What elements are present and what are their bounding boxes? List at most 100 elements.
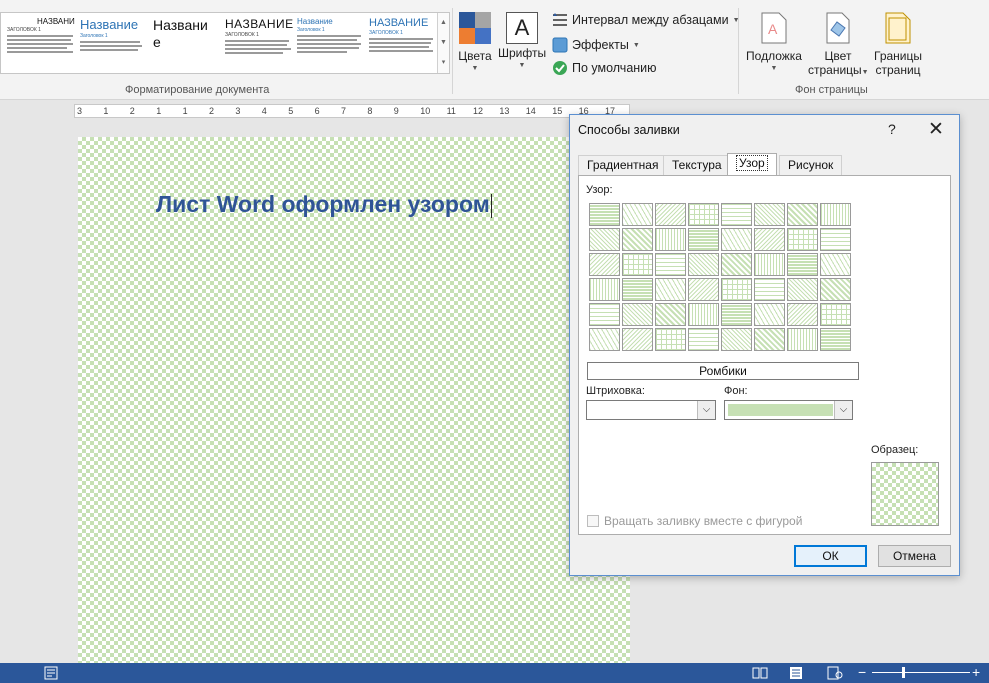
pattern-swatch[interactable] [754,303,785,326]
pattern-swatch[interactable] [721,203,752,226]
document-heading[interactable]: Лист Word оформлен узором [156,191,492,218]
rotate-fill-label: Вращать заливку вместе с фигурой [604,514,803,528]
tab-picture[interactable]: Рисунок [779,155,843,175]
page-color-label-1: Цвет [824,49,852,63]
scroll-down-icon[interactable]: ▼ [438,33,449,53]
style-tile-3[interactable]: Названи е [149,15,221,71]
pattern-swatch[interactable] [820,328,851,351]
gallery-more-icon[interactable]: ▾ [438,53,449,73]
pattern-swatch[interactable] [721,328,752,351]
pattern-swatch[interactable] [754,328,785,351]
pattern-swatch[interactable] [820,228,851,251]
pattern-swatch[interactable] [787,253,818,276]
pattern-swatch[interactable] [688,328,719,351]
horizontal-ruler[interactable]: 3 1 2 1 1 2 3 4 5 6 7 8 9 10 11 12 13 14 15 16 17 [74,104,630,118]
text-cursor [490,193,492,218]
pattern-swatch[interactable] [688,303,719,326]
watermark-button[interactable]: A Подложка ▼ [744,12,804,72]
cancel-button[interactable]: Отмена [878,545,951,567]
pattern-swatch[interactable] [622,328,653,351]
pattern-swatch[interactable] [721,303,752,326]
pattern-swatch[interactable] [754,228,785,251]
style-tile-6[interactable]: НАЗВАНИЕ ЗАГОЛОВОК 1 [365,15,437,71]
pattern-swatch[interactable] [820,278,851,301]
read-mode-icon[interactable] [752,666,768,683]
ruler-tick-label: 1 [156,106,162,116]
checkmark-icon [553,61,567,75]
page-color-button[interactable]: Цвет страницы▼ [808,12,869,77]
zoom-out-icon[interactable]: − [858,664,866,680]
pattern-swatch[interactable] [754,278,785,301]
pattern-swatch[interactable] [622,253,653,276]
ribbon: НАЗВАНИЕ ЗАГОЛОВОК 1 Название Заголовок … [0,0,989,100]
colors-button[interactable]: Цвета ▼ [456,12,494,72]
print-layout-icon[interactable] [789,666,803,683]
tab-gradient[interactable]: Градиентная [578,155,668,175]
tab-pattern[interactable]: Узор [727,153,777,176]
document-stats-icon[interactable] [44,666,58,683]
effects-button[interactable]: Эффекты ▼ [552,37,640,53]
style-tile-heading: Названи е [153,17,208,50]
zoom-in-icon[interactable]: + [972,664,980,680]
pattern-swatch[interactable] [622,228,653,251]
pattern-swatch[interactable] [655,203,686,226]
pattern-swatch[interactable] [589,278,620,301]
background-color-select[interactable]: ⌵ [724,400,853,420]
chevron-down-icon: ▼ [770,65,778,72]
pattern-swatch[interactable] [655,228,686,251]
pattern-swatch[interactable] [721,253,752,276]
pattern-swatch[interactable] [589,328,620,351]
pattern-swatch[interactable] [820,303,851,326]
ruler-tick-label: 4 [261,106,267,116]
pattern-swatch[interactable] [655,253,686,276]
pattern-swatch[interactable] [589,228,620,251]
pattern-swatch[interactable] [622,203,653,226]
pattern-swatch[interactable] [787,228,818,251]
zoom-slider-thumb[interactable] [902,667,905,678]
pattern-swatch[interactable] [655,328,686,351]
fonts-button[interactable]: A Шрифты ▼ [498,12,546,69]
pattern-swatch[interactable] [589,203,620,226]
document-page[interactable]: Лист Word оформлен узором [78,137,630,665]
pattern-swatch[interactable] [622,303,653,326]
pattern-swatch[interactable] [787,328,818,351]
pattern-swatch[interactable] [688,203,719,226]
pattern-swatch[interactable] [688,228,719,251]
tab-texture[interactable]: Текстура [663,155,731,175]
chevron-down-icon: ▼ [861,69,869,76]
page-borders-button[interactable]: Границы страниц [872,12,924,77]
gallery-scrollbar[interactable]: ▲ ▼ ▾ [437,13,449,73]
pattern-swatch[interactable] [754,253,785,276]
pattern-swatch[interactable] [820,253,851,276]
set-default-button[interactable]: По умолчанию [552,60,657,76]
pattern-swatch[interactable] [655,303,686,326]
pattern-swatch[interactable] [754,203,785,226]
scroll-up-icon[interactable]: ▲ [438,13,449,33]
pattern-swatch[interactable] [688,278,719,301]
pattern-swatch[interactable] [589,303,620,326]
ok-button[interactable]: ОК [794,545,867,567]
pattern-swatch[interactable] [787,303,818,326]
paragraph-spacing-button[interactable]: Интервал между абзацами ▼ [552,13,740,27]
ruler-tick-label: 3 [235,106,241,116]
web-layout-icon[interactable] [827,666,843,683]
close-icon[interactable]: ✕ [928,118,944,141]
pattern-swatch[interactable] [721,278,752,301]
pattern-swatch[interactable] [655,278,686,301]
pattern-swatch[interactable] [589,253,620,276]
pattern-swatch[interactable] [820,203,851,226]
help-icon[interactable]: ? [888,121,896,137]
pattern-swatch[interactable] [622,278,653,301]
rotate-fill-checkbox[interactable] [587,515,599,527]
style-tile-5[interactable]: Название Заголовок 1 [293,15,365,71]
pattern-swatch[interactable] [688,253,719,276]
pattern-swatch[interactable] [787,203,818,226]
style-tile-2[interactable]: Название Заголовок 1 [76,15,148,71]
zoom-slider[interactable] [872,672,970,673]
fill-effects-dialog: Способы заливки ? ✕ Градиентная Текстура… [569,114,960,576]
pattern-swatch[interactable] [721,228,752,251]
style-tile-4[interactable]: НАЗВАНИЕ ЗАГОЛОВОК 1 [221,15,293,71]
foreground-color-select[interactable]: ⌵ [586,400,716,420]
style-tile-1[interactable]: НАЗВАНИЕ ЗАГОЛОВОК 1 [3,15,75,71]
pattern-swatch[interactable] [787,278,818,301]
